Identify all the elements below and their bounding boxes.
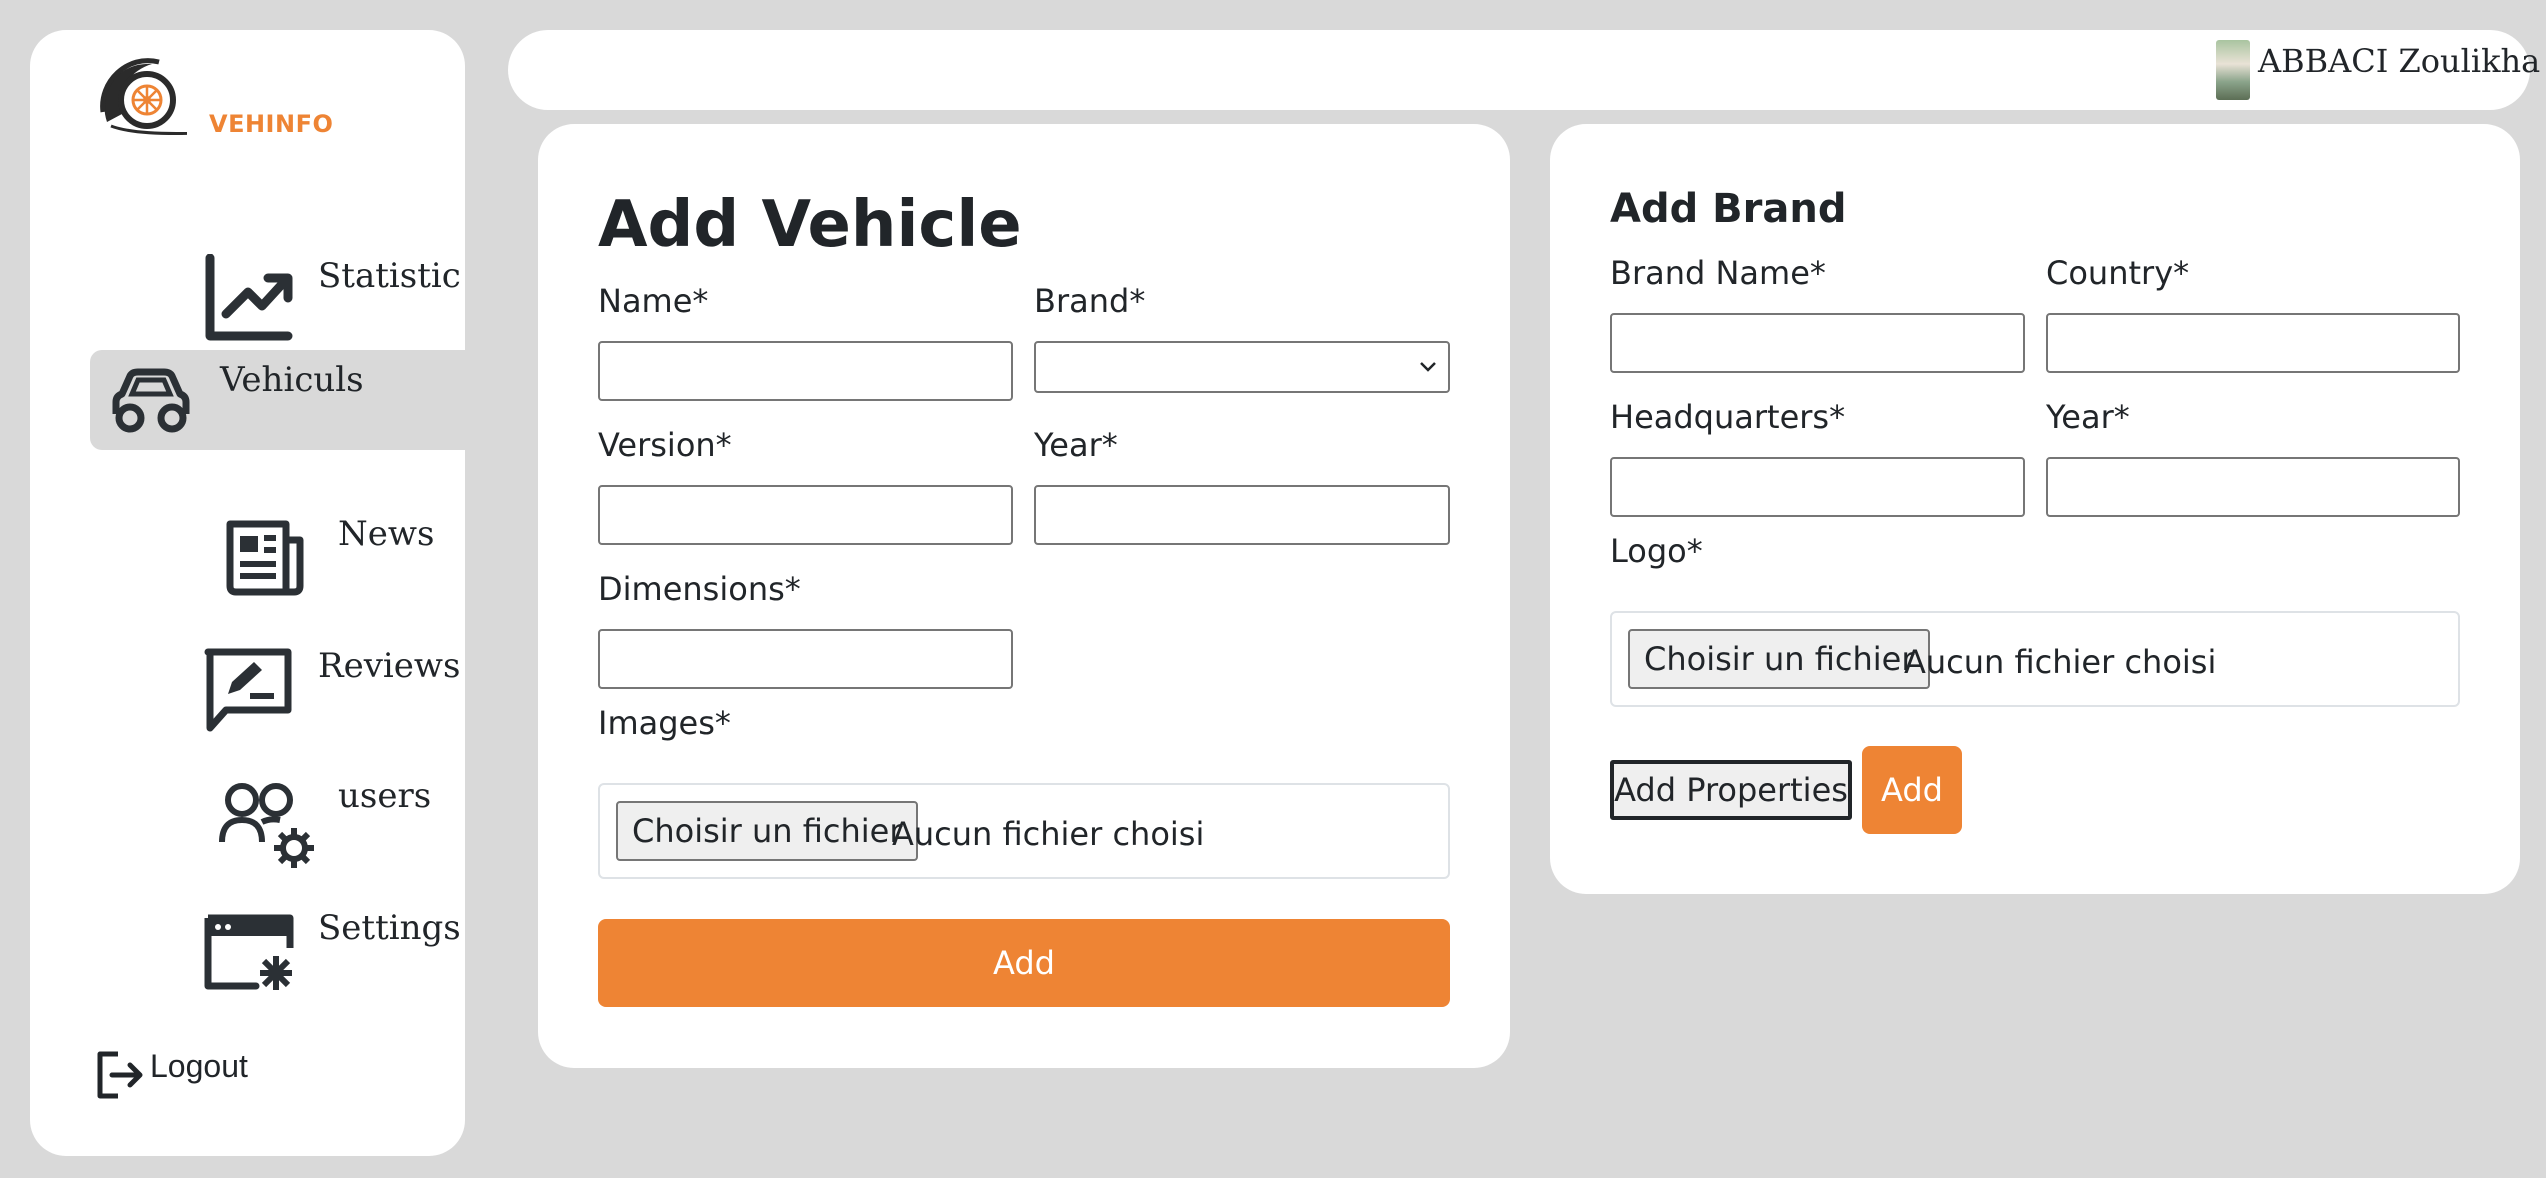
dimensions-input[interactable] bbox=[598, 629, 1013, 689]
brand-name-input[interactable] bbox=[1610, 313, 2025, 373]
chat-pen-icon bbox=[204, 648, 292, 732]
sidebar-item-label: Reviews bbox=[318, 646, 461, 686]
logout-label: Logout bbox=[150, 1048, 248, 1084]
logout-button[interactable]: Logout bbox=[96, 1040, 296, 1100]
name-label: Name* bbox=[598, 282, 709, 320]
sidebar-item-label: Settings bbox=[318, 908, 461, 948]
country-input[interactable] bbox=[2046, 313, 2460, 373]
users-gear-icon bbox=[219, 783, 314, 868]
logo-label: Logo* bbox=[1610, 532, 1703, 570]
brand-select[interactable] bbox=[1034, 341, 1450, 393]
add-vehicle-card: Add Vehicle Name* Brand* Version* Year* … bbox=[538, 124, 1510, 1068]
sidebar-item-news[interactable]: News bbox=[190, 480, 440, 596]
brand-name-label: Brand Name* bbox=[1610, 254, 1826, 292]
add-brand-button[interactable]: Add bbox=[1862, 746, 1962, 834]
brand-label: Brand* bbox=[1034, 282, 1146, 320]
browser-gear-icon bbox=[204, 914, 294, 990]
sidebar-item-label: News bbox=[338, 514, 435, 554]
logout-icon bbox=[97, 1051, 143, 1099]
sidebar: VEHINFO Statistic Vehiculs News Reviews … bbox=[30, 30, 465, 1156]
top-bar: ABBACI Zoulikha bbox=[508, 30, 2540, 110]
brand-year-label: Year* bbox=[2046, 398, 2130, 436]
version-input[interactable] bbox=[598, 485, 1013, 545]
tire-logo-icon bbox=[100, 58, 187, 135]
images-label: Images* bbox=[598, 704, 731, 742]
sidebar-item-reviews[interactable]: Reviews bbox=[168, 610, 461, 732]
newspaper-icon bbox=[226, 520, 304, 596]
file-status: Aucun fichier choisi bbox=[1904, 643, 2217, 681]
sidebar-item-settings[interactable]: Settings bbox=[168, 870, 461, 1000]
dimensions-label: Dimensions* bbox=[598, 570, 801, 608]
sidebar-item-label: Statistic bbox=[318, 256, 461, 296]
country-label: Country* bbox=[2046, 254, 2190, 292]
sidebar-item-label: users bbox=[338, 776, 432, 816]
avatar[interactable] bbox=[2216, 40, 2250, 100]
file-status: Aucun fichier choisi bbox=[892, 815, 1205, 853]
add-vehicle-button[interactable]: Add bbox=[598, 919, 1450, 1007]
sidebar-item-users[interactable]: users bbox=[190, 740, 440, 868]
add-brand-card: Add Brand Brand Name* Country* Headquart… bbox=[1550, 124, 2520, 894]
version-label: Version* bbox=[598, 426, 732, 464]
add-properties-button[interactable]: Add Properties bbox=[1610, 760, 1852, 820]
year-input[interactable] bbox=[1034, 485, 1450, 545]
vehicle-name-input[interactable] bbox=[598, 341, 1013, 401]
add-vehicle-title: Add Vehicle bbox=[598, 188, 1022, 262]
logo-text: VEHINFO bbox=[209, 110, 334, 138]
logo-file-input[interactable]: Choisir un fichier Aucun fichier choisi bbox=[1610, 611, 2460, 707]
car-icon bbox=[112, 368, 190, 433]
choose-file-button[interactable]: Choisir un fichier bbox=[1628, 629, 1931, 689]
brand-year-input[interactable] bbox=[2046, 457, 2460, 517]
choose-file-button[interactable]: Choisir un fichier bbox=[616, 801, 919, 861]
sidebar-item-vehiculs[interactable]: Vehiculs bbox=[90, 350, 465, 450]
images-file-input[interactable]: Choisir un fichier Aucun fichier choisi bbox=[598, 783, 1450, 879]
user-name[interactable]: ABBACI Zoulikha bbox=[2258, 42, 2540, 80]
add-brand-title: Add Brand bbox=[1610, 186, 1847, 232]
headquarters-label: Headquarters* bbox=[1610, 398, 1846, 436]
year-label: Year* bbox=[1034, 426, 1118, 464]
sidebar-item-statistic[interactable]: Statistic bbox=[168, 220, 461, 341]
chart-line-icon bbox=[205, 254, 293, 341]
sidebar-item-label: Vehiculs bbox=[220, 360, 364, 400]
headquarters-input[interactable] bbox=[1610, 457, 2025, 517]
vehinfo-logo[interactable]: VEHINFO bbox=[97, 52, 337, 162]
chevron-down-icon bbox=[1420, 362, 1436, 372]
